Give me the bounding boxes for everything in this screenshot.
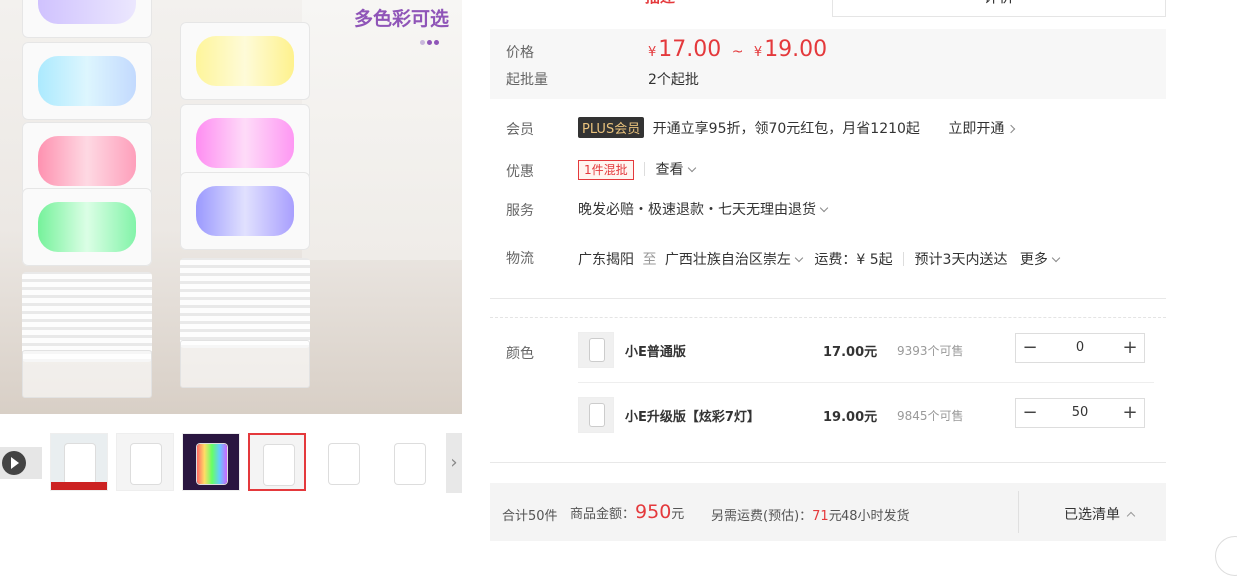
sku-divider [578, 382, 1154, 383]
service-text: 晚发必赔・极速退款・七天无理由退货 [578, 202, 816, 218]
chevron-down-icon [819, 203, 829, 213]
shipping-estimate: 另需运费(预估)：71元 [711, 509, 842, 524]
main-product-image: 多色彩可选 [0, 0, 462, 414]
ship-from: 广东揭阳 [578, 252, 634, 268]
promo-view-dropdown[interactable]: 查看 [656, 162, 696, 178]
chevron-up-icon [1126, 511, 1136, 521]
chevron-right-icon: › [450, 452, 458, 473]
ship-time: 48小时发货 [841, 509, 910, 524]
thumbnail-next-button[interactable]: › [446, 433, 462, 493]
sku-stock: 9393个可售 [897, 344, 964, 358]
decrement-button[interactable]: − [1016, 334, 1044, 362]
thumbnail-5[interactable] [314, 433, 372, 491]
product-lamp-right [180, 0, 310, 414]
divider [490, 317, 1166, 318]
thumbnail-2[interactable] [116, 433, 174, 491]
increment-button[interactable]: + [1116, 334, 1144, 362]
order-summary-bar: 合计50件 商品金额：950元 另需运费(预估)：71元 48小时发货 已选清单 [490, 483, 1166, 541]
chevron-down-icon [1051, 253, 1061, 263]
sku-thumbnail[interactable] [578, 397, 614, 433]
member-offer-text: 开通立享95折，领70元红包，月省1210起 [652, 121, 920, 137]
thumbnail-6[interactable] [380, 433, 438, 491]
play-icon[interactable] [2, 451, 26, 475]
sku-thumbnail[interactable] [578, 332, 614, 368]
divider [490, 462, 1166, 463]
price-high: 19.00 [764, 37, 828, 62]
hero-carousel-dots[interactable] [420, 33, 441, 49]
goods-amount: 商品金额：950元 [570, 501, 685, 523]
price-box: 价格 ¥17.00 ~ ¥19.00 起批量 2个起批 [490, 29, 1166, 99]
sku-color-label: 颜色 [506, 346, 534, 362]
delivery-estimate: 预计3天内送达 [914, 252, 1008, 268]
shipping-fee: 运费：¥ 5起 [814, 252, 893, 268]
sku-name: 小E升级版【炫彩7灯】 [625, 410, 760, 425]
min-order-label: 起批量 [506, 72, 548, 88]
chevron-down-icon [794, 253, 804, 263]
sku-stock: 9845个可售 [897, 409, 964, 423]
tab-description[interactable]: 描述 [490, 0, 830, 17]
promo-label: 优惠 [506, 164, 534, 180]
sku-row: 小E普通版 17.00元 9393个可售 − 0 + [578, 327, 1154, 377]
member-open-link[interactable]: 立即开通 [948, 121, 1016, 137]
logistics-row: 广东揭阳 至 广西壮族自治区崇左 运费：¥ 5起 预计3天内送达 更多 [578, 249, 1061, 269]
logistics-label: 物流 [506, 251, 534, 267]
sku-price: 17.00元 [823, 345, 878, 360]
quantity-stepper: − 0 + [1015, 333, 1145, 363]
min-order-value: 2个起批 [648, 72, 699, 88]
ship-to-dropdown[interactable]: 广西壮族自治区崇左 [665, 252, 804, 268]
quantity-input[interactable]: 0 [1044, 334, 1116, 362]
quantity-input[interactable]: 50 [1044, 399, 1116, 427]
logistics-more-dropdown[interactable]: 更多 [1020, 252, 1061, 268]
member-label: 会员 [506, 122, 534, 138]
increment-button[interactable]: + [1116, 399, 1144, 427]
sku-price: 19.00元 [823, 410, 878, 425]
selected-list-toggle[interactable]: 已选清单 [1064, 504, 1136, 524]
sku-row: 小E升级版【炫彩7灯】 19.00元 9845个可售 − 50 + [578, 392, 1154, 442]
plus-member-badge: PLUS会员 [578, 117, 645, 138]
service-dropdown[interactable]: 晚发必赔・极速退款・七天无理由退货 [578, 199, 829, 219]
chevron-right-icon [1007, 124, 1016, 134]
price-range: ¥17.00 ~ ¥19.00 [648, 37, 828, 62]
service-label: 服务 [506, 203, 534, 219]
hero-tagline: 多色彩可选 [354, 8, 450, 30]
thumbnail-3[interactable] [182, 433, 240, 491]
thumbnail-4-selected[interactable] [248, 433, 306, 491]
price-label: 价格 [506, 45, 534, 61]
thumbnail-1[interactable] [50, 433, 108, 491]
quantity-stepper: − 50 + [1015, 398, 1145, 428]
total-count: 合计50件 [502, 509, 558, 524]
product-lamp-left [22, 0, 152, 414]
decrement-button[interactable]: − [1016, 399, 1044, 427]
detail-tabs: 描述 评价 [490, 0, 1166, 17]
tab-reviews[interactable]: 评价 [832, 0, 1166, 17]
sku-name: 小E普通版 [625, 345, 686, 360]
chevron-down-icon [687, 163, 696, 173]
floating-action-button[interactable] [1215, 536, 1237, 576]
promo-row: 1件混批 查看 [578, 159, 696, 180]
divider [490, 298, 1166, 299]
mixed-batch-badge: 1件混批 [578, 160, 634, 180]
price-low: 17.00 [658, 37, 722, 62]
member-row: PLUS会员 开通立享95折，领70元红包，月省1210起 立即开通 [578, 117, 1016, 138]
